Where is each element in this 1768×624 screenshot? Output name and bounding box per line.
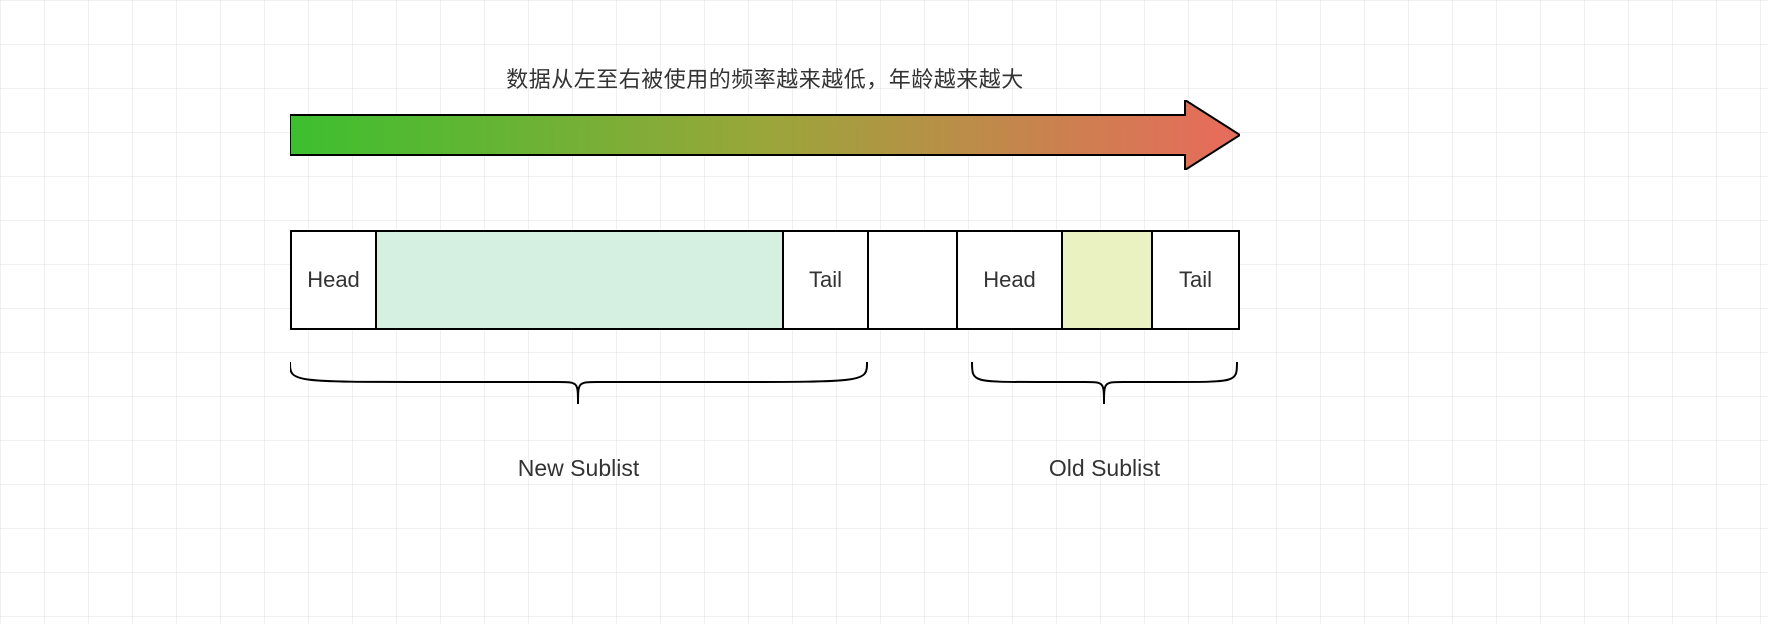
new-tail-cell: Tail (784, 232, 869, 328)
old-sublist-label: Old Sublist (972, 455, 1237, 482)
brace-group (290, 352, 1240, 432)
old-sublist-brace (972, 362, 1237, 404)
new-body-cell (377, 232, 784, 328)
caption-text: 数据从左至右被使用的频率越来越低，年龄越来越大 (290, 62, 1240, 94)
old-tail-cell: Tail (1153, 232, 1238, 328)
new-head-cell: Head (292, 232, 377, 328)
spacer-cell (869, 232, 958, 328)
gradient-arrow (290, 100, 1240, 170)
new-sublist-brace (290, 362, 867, 404)
old-head-cell: Head (958, 232, 1063, 328)
new-sublist-label: New Sublist (290, 455, 867, 482)
old-body-cell (1063, 232, 1153, 328)
sublist-row: Head Tail Head Tail (290, 230, 1240, 330)
